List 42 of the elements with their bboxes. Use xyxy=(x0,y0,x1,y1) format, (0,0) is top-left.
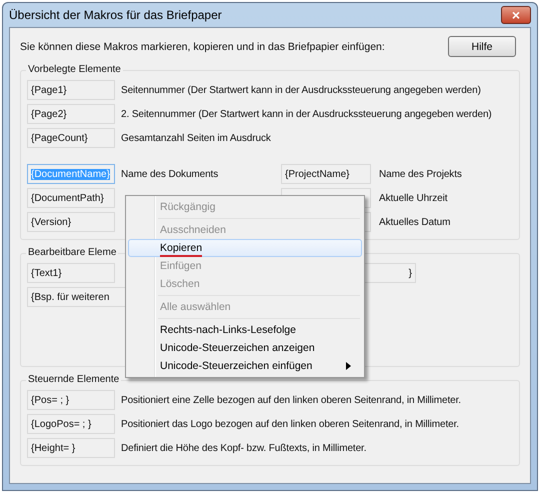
macro-field[interactable]: {Page2} xyxy=(27,104,115,124)
macro-field[interactable]: {PageCount} xyxy=(27,128,115,148)
macro-text: {Pos= ; } xyxy=(31,394,70,406)
macro-field[interactable]: {Height= } xyxy=(27,438,115,458)
menu-item[interactable]: Rechts-nach-Links-Lesefolge xyxy=(128,321,362,339)
macro-field[interactable]: {ProjectName} xyxy=(281,164,371,184)
macro-text: {DocumentPath} xyxy=(31,192,104,204)
macro-text: {Page1} xyxy=(31,84,67,96)
macro-text: {ProjectName} xyxy=(285,168,350,180)
help-button[interactable]: Hilfe xyxy=(448,36,516,57)
macro-field[interactable]: {Text1} xyxy=(27,263,115,283)
menu-item[interactable]: Unicode-Steuerzeichen anzeigen xyxy=(128,339,362,357)
macro-text: {Version} xyxy=(31,216,72,228)
macro-field[interactable]: {LogoPos= ; } xyxy=(27,414,115,434)
macro-field[interactable]: {Version} xyxy=(27,212,115,232)
macro-text: {DocumentName} xyxy=(31,168,110,180)
intro-text: Sie können diese Makros markieren, kopieren und in das Briefpapier einfügen: xyxy=(20,40,385,52)
macro-text: {LogoPos= ; } xyxy=(31,418,92,430)
window-title: Übersicht der Makros für das Briefpaper xyxy=(9,8,222,22)
macro-description: Name des Projekts xyxy=(379,168,463,180)
macro-text: } xyxy=(408,268,412,278)
macro-description: Positioniert eine Zelle bezogen auf den linken oberen Seitenrand, in Millimeter. xyxy=(121,394,462,406)
submenu-arrow-icon xyxy=(346,362,351,370)
group-title: Vorbelegte Elemente xyxy=(26,63,123,76)
macro-text: {PageCount} xyxy=(31,132,88,144)
macro-field[interactable]: {Pos= ; } xyxy=(27,390,115,410)
macro-description: Positioniert das Logo bezogen auf den linken oberen Seitenrand, in Millimeter. xyxy=(121,418,460,430)
macro-text: {Bsp. für weiteren xyxy=(31,292,110,302)
macro-field[interactable]: {DocumentPath} xyxy=(27,188,115,208)
macro-description: Gesamtanzahl Seiten im Ausdruck xyxy=(121,132,272,144)
macro-description: Name des Dokuments xyxy=(121,168,220,180)
macro-text: {Page2} xyxy=(31,108,67,120)
macro-text: {Text1} xyxy=(31,268,62,278)
menu-item[interactable]: Unicode-Steuerzeichen einfügen xyxy=(128,357,362,375)
menu-item[interactable]: Kopieren xyxy=(128,239,362,257)
macro-description: Definiert die Höhe des Kopf- bzw. Fußtexts, in Millimeter. xyxy=(121,442,368,454)
macro-description: Seitennummer (Der Startwert kann in der Ausdruckssteuerung angegeben werden) xyxy=(121,84,482,96)
macro-description: Aktuelles Datum xyxy=(379,216,452,228)
macro-description: Aktuelle Uhrzeit xyxy=(379,192,448,204)
macro-text: {Height= } xyxy=(31,442,76,454)
macro-description: 2. Seitennummer (Der Startwert kann in der Ausdruckssteuerung angegeben werden) xyxy=(121,108,493,120)
macro-field[interactable]: {Page1} xyxy=(27,80,115,100)
